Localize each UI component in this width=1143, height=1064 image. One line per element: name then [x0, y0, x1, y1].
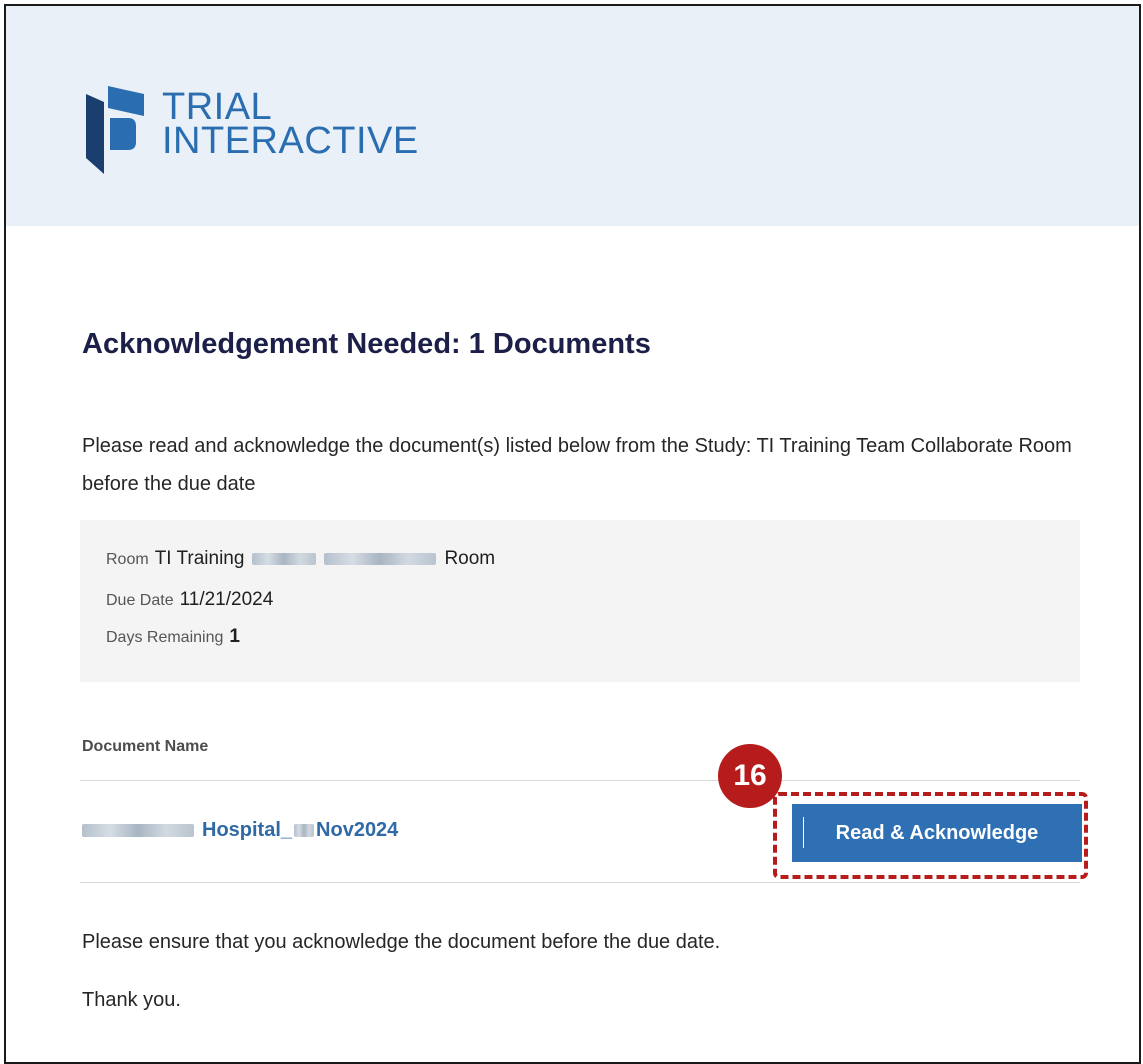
email-frame: TRIAL INTERACTIVE Acknowledgement Needed… — [4, 4, 1141, 1064]
email-header: TRIAL INTERACTIVE — [6, 6, 1139, 226]
thank-you-text: Thank you. — [82, 989, 181, 1011]
redacted-document-middle — [294, 824, 315, 838]
trial-interactive-logo-mark-icon — [86, 86, 144, 174]
document-name-part1: Hospital_ — [202, 819, 293, 841]
room-row: Room TI Training Room — [106, 548, 495, 570]
room-value-start: TI Training — [154, 548, 245, 569]
trial-interactive-logo: TRIAL INTERACTIVE — [80, 80, 420, 176]
due-date-label: Due Date — [106, 592, 174, 609]
room-value-end: Room — [444, 548, 496, 569]
divider-top — [80, 780, 1080, 781]
study-info-panel: Room TI Training Room Due Date 11/21/2024 D… — [80, 520, 1080, 682]
due-date-row: Due Date 11/21/2024 — [106, 589, 273, 611]
days-remaining-value: 1 — [229, 626, 240, 647]
text-cursor — [803, 817, 804, 848]
document-name-header: Document Name — [82, 738, 209, 755]
redacted-room-text-2 — [324, 552, 437, 565]
read-and-acknowledge-button[interactable]: Read & Acknowledge — [792, 804, 1082, 862]
redacted-room-text — [252, 552, 317, 565]
intro-text: Please read and acknowledge the document… — [82, 435, 1072, 495]
read-and-acknowledge-label: Read & Acknowledge — [835, 821, 1039, 844]
email-title: Acknowledgement Needed: 1 Documents — [82, 328, 651, 360]
due-date-reminder: Please ensure that you acknowledge the d… — [82, 931, 721, 953]
redacted-document-prefix — [82, 824, 194, 838]
due-date-value: 11/21/2024 — [179, 589, 274, 610]
step-number-badge: 16 — [718, 744, 782, 808]
divider-bottom — [80, 882, 1080, 883]
days-remaining-row: Days Remaining 1 — [106, 626, 240, 648]
days-remaining-label: Days Remaining — [106, 629, 224, 646]
room-label: Room — [106, 551, 149, 568]
logo-text-interactive: INTERACTIVE — [162, 120, 419, 162]
document-name-part2: Nov2024 — [316, 819, 399, 841]
document-link[interactable]: Hospital_ Nov2024 — [82, 819, 398, 842]
